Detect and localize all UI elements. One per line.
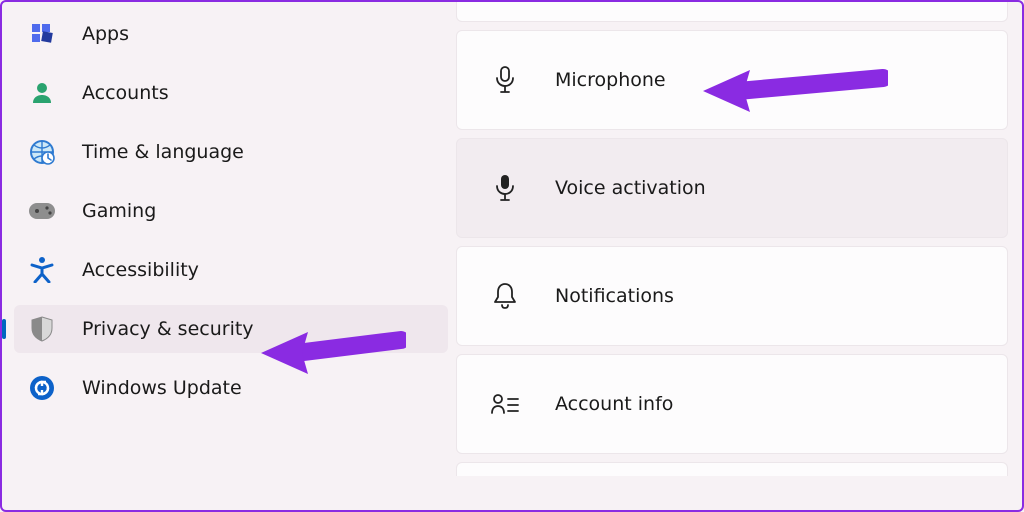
sidebar-item-label: Apps — [82, 23, 129, 45]
update-icon — [28, 374, 56, 402]
settings-card-partial[interactable] — [456, 462, 1008, 476]
settings-content: Microphone Voice activation Notification… — [454, 2, 1016, 510]
notifications-icon — [491, 282, 519, 310]
sidebar-item-label: Accessibility — [82, 259, 199, 281]
sidebar-item-accounts[interactable]: Accounts — [14, 69, 448, 117]
gaming-icon — [28, 197, 56, 225]
accounts-icon — [28, 79, 56, 107]
microphone-outline-icon — [491, 66, 519, 94]
sidebar-item-label: Accounts — [82, 82, 169, 104]
microphone-card[interactable]: Microphone — [456, 30, 1008, 130]
card-label: Voice activation — [555, 177, 706, 199]
account-info-icon — [491, 390, 519, 418]
card-label: Microphone — [555, 69, 666, 91]
microphone-solid-icon — [491, 174, 519, 202]
card-label: Account info — [555, 393, 673, 415]
card-label: Notifications — [555, 285, 674, 307]
sidebar-item-apps[interactable]: Apps — [14, 10, 448, 58]
privacy-icon — [28, 315, 56, 343]
notifications-card[interactable]: Notifications — [456, 246, 1008, 346]
accessibility-icon — [28, 256, 56, 284]
sidebar-item-label: Time & language — [82, 141, 244, 163]
voice-activation-card[interactable]: Voice activation — [456, 138, 1008, 238]
sidebar-item-windows-update[interactable]: Windows Update — [14, 364, 448, 412]
sidebar-item-accessibility[interactable]: Accessibility — [14, 246, 448, 294]
time-language-icon — [28, 138, 56, 166]
settings-card-partial[interactable] — [456, 2, 1008, 22]
sidebar-item-gaming[interactable]: Gaming — [14, 187, 448, 235]
sidebar-item-label: Privacy & security — [82, 318, 254, 340]
apps-icon — [28, 20, 56, 48]
settings-sidebar: Apps Accounts Time & language — [2, 2, 454, 510]
sidebar-item-time-language[interactable]: Time & language — [14, 128, 448, 176]
sidebar-item-privacy-security[interactable]: Privacy & security — [14, 305, 448, 353]
sidebar-item-label: Windows Update — [82, 377, 242, 399]
sidebar-item-label: Gaming — [82, 200, 156, 222]
account-info-card[interactable]: Account info — [456, 354, 1008, 454]
